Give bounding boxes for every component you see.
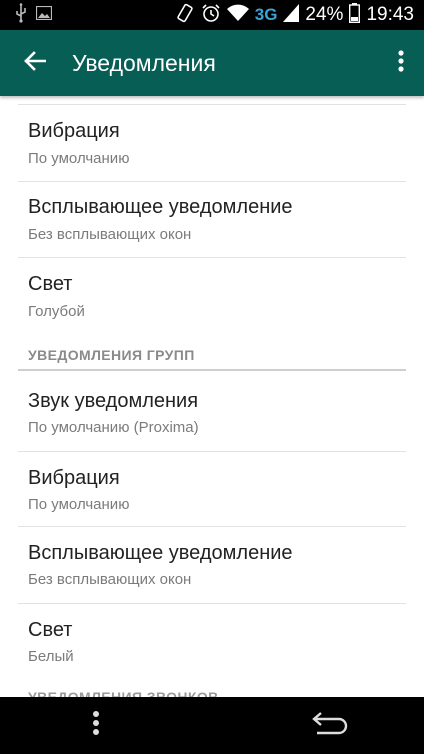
battery-icon bbox=[349, 2, 361, 28]
setting-title: Вибрация bbox=[28, 467, 120, 489]
status-bar: 3G 24% 19:43 bbox=[0, 0, 424, 30]
image-icon bbox=[35, 5, 53, 25]
wifi-icon bbox=[226, 4, 249, 27]
setting-title: Всплывающее уведомление bbox=[28, 196, 293, 218]
setting-value: Голубой bbox=[28, 303, 85, 320]
setting-title: Свет bbox=[28, 619, 73, 641]
section-header-group-notifications: УВЕДОМЛЕНИЯ ГРУПП bbox=[28, 347, 195, 363]
network-type-label: 3G bbox=[254, 5, 278, 24]
menu-button[interactable] bbox=[76, 705, 116, 745]
setting-value: Без всплывающих окон bbox=[28, 571, 192, 588]
more-vert-icon bbox=[398, 49, 404, 77]
navigation-bar bbox=[0, 697, 424, 754]
setting-value: Без всплывающих окон bbox=[28, 226, 192, 243]
divider bbox=[18, 603, 406, 604]
signal-icon bbox=[283, 3, 300, 27]
status-right: 3G 24% 19:43 bbox=[175, 2, 424, 28]
usb-icon bbox=[14, 2, 28, 28]
setting-group-vibration[interactable]: Вибрация По умолчанию bbox=[0, 453, 424, 528]
settings-list: Вибрация По умолчанию Всплывающее уведом… bbox=[0, 96, 424, 697]
section-header-call-notifications: УВЕДОМЛЕНИЯ ЗВОНКОВ bbox=[28, 689, 219, 697]
back-button[interactable] bbox=[0, 30, 70, 96]
more-options-button[interactable] bbox=[378, 30, 424, 96]
section-divider bbox=[18, 369, 406, 371]
nav-back-icon bbox=[309, 711, 351, 740]
divider bbox=[18, 104, 406, 105]
setting-title: Звук уведомления bbox=[28, 390, 199, 412]
clock: 19:43 bbox=[366, 4, 414, 25]
setting-group-popup-notification[interactable]: Всплывающее уведомление Без всплывающих … bbox=[0, 528, 424, 603]
setting-title: Вибрация bbox=[28, 120, 120, 142]
setting-value: По умолчанию bbox=[28, 496, 130, 513]
rotate-icon bbox=[175, 3, 195, 28]
divider bbox=[18, 451, 406, 452]
setting-vibration[interactable]: Вибрация По умолчанию bbox=[0, 106, 424, 181]
setting-group-sound[interactable]: Звук уведомления По умолчанию (Proxima) bbox=[0, 376, 424, 452]
system-back-button[interactable] bbox=[306, 705, 354, 745]
status-left bbox=[0, 2, 53, 28]
setting-value: Белый bbox=[28, 648, 74, 665]
setting-light[interactable]: Свет Голубой bbox=[0, 259, 424, 331]
setting-value: По умолчанию (Proxima) bbox=[28, 419, 199, 436]
menu-dots-icon bbox=[92, 710, 100, 741]
app-bar: Уведомления bbox=[0, 30, 424, 96]
setting-title: Свет bbox=[28, 273, 73, 295]
arrow-back-icon bbox=[24, 50, 47, 76]
setting-title: Всплывающее уведомление bbox=[28, 542, 293, 564]
setting-value: По умолчанию bbox=[28, 150, 130, 167]
battery-percent: 24% bbox=[305, 4, 344, 25]
setting-popup-notification[interactable]: Всплывающее уведомление Без всплывающих … bbox=[0, 182, 424, 257]
divider bbox=[18, 257, 406, 258]
divider bbox=[18, 526, 406, 527]
setting-group-light[interactable]: Свет Белый bbox=[0, 605, 424, 680]
alarm-icon bbox=[201, 3, 221, 28]
page-title: Уведомления bbox=[72, 49, 216, 76]
